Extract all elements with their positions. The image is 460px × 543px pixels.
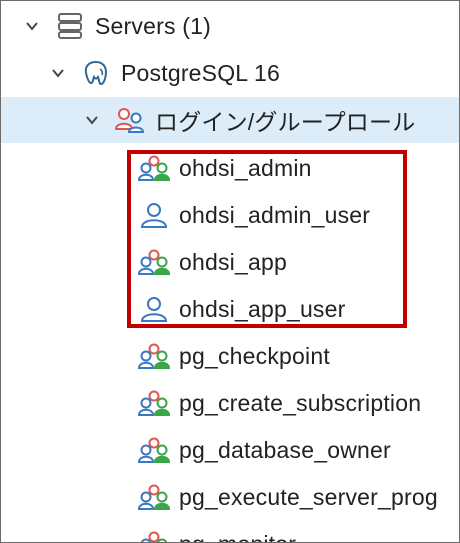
group-role-icon [137,529,171,542]
user-role-icon [137,294,171,324]
user-role-icon [137,200,171,230]
tree-node-label: ohdsi_admin [179,154,312,181]
tree-node-role[interactable]: pg_monitor [1,521,459,543]
group-role-icon [113,105,147,135]
chevron-down-icon[interactable] [81,109,103,131]
group-role-icon [137,388,171,418]
tree-node-label: pg_checkpoint [179,342,330,369]
tree-node-label: PostgreSQL 16 [121,59,281,86]
tree-node-label: pg_create_subscription [179,389,422,416]
tree-node-label: ohdsi_app_user [179,295,346,322]
servers-icon [53,11,87,41]
tree-node-label: pg_database_owner [179,436,391,463]
chevron-down-icon[interactable] [21,15,43,37]
tree-node-role[interactable]: pg_create_subscription [1,380,459,426]
tree-node-role[interactable]: pg_execute_server_prog [1,474,459,520]
object-explorer-tree: Servers (1) PostgreSQL 16 ログイン/グループロール o… [0,0,460,543]
tree-node-role[interactable]: pg_checkpoint [1,333,459,379]
group-role-icon [137,482,171,512]
tree-node-label: ログイン/グループロール [155,109,416,135]
elephant-icon [79,58,113,88]
tree-node-label: ohdsi_app [179,248,287,275]
group-role-icon [137,153,171,183]
tree-node-login-group-roles[interactable]: ログイン/グループロール [1,97,459,143]
chevron-down-icon[interactable] [47,62,69,84]
tree-node-role[interactable]: ohdsi_admin_user [1,192,459,238]
group-role-icon [137,435,171,465]
group-role-icon [137,341,171,371]
tree-node-label: Servers (1) [95,12,211,39]
tree-node-role[interactable]: ohdsi_app [1,239,459,285]
tree-node-label: ohdsi_admin_user [179,201,371,228]
tree-node-label: pg_monitor [179,531,296,543]
tree-node-server[interactable]: PostgreSQL 16 [1,50,459,96]
tree-node-label: pg_execute_server_prog [179,483,438,510]
group-role-icon [137,247,171,277]
tree-node-role[interactable]: ohdsi_app_user [1,286,459,332]
tree-node-role[interactable]: pg_database_owner [1,427,459,473]
tree-node-servers[interactable]: Servers (1) [1,3,459,49]
tree-node-role[interactable]: ohdsi_admin [1,145,459,191]
